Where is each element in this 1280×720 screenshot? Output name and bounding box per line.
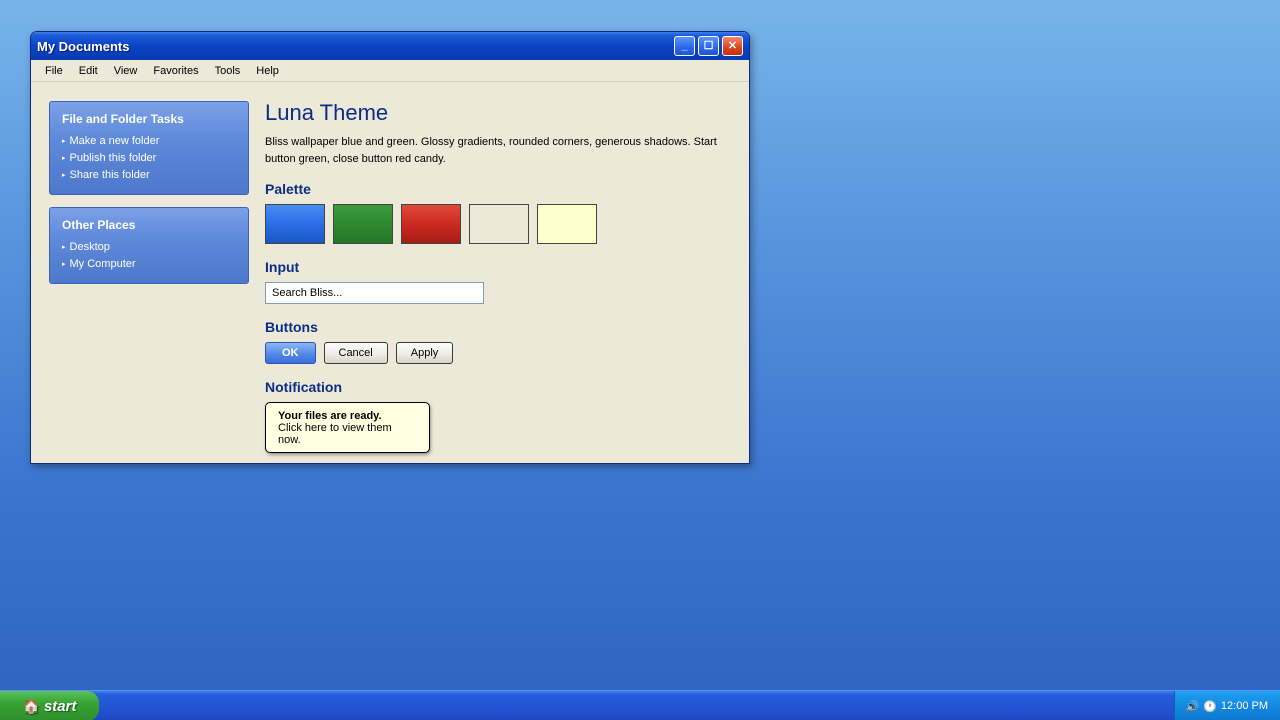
file-folder-tasks-panel: File and Folder Tasks ▸ Make a new folder… [49, 101, 249, 195]
place-label: My Computer [69, 258, 136, 270]
window-title: My Documents [37, 38, 130, 54]
window-controls: _ ☐ ✕ [674, 36, 743, 56]
taskbar: 🏠 start 🔊 🕐 12:00 PM [0, 690, 1280, 720]
other-places-panel: Other Places ▸ Desktop ▸ My Computer [49, 207, 249, 284]
description: Bliss wallpaper blue and green. Glossy g… [265, 136, 717, 165]
notification-title: Your files are ready. [278, 410, 382, 422]
system-tray: 🔊 🕐 12:00 PM [1174, 691, 1280, 720]
page-title: Luna Theme [265, 100, 389, 125]
clock[interactable]: 12:00 PM [1221, 700, 1268, 712]
arrow-icon: ▸ [62, 244, 66, 251]
task-sidebar: File and Folder Tasks ▸ Make a new folder… [49, 101, 249, 296]
start-label: start [43, 697, 77, 715]
task-share-folder[interactable]: ▸ Share this folder [62, 167, 236, 184]
swatch-cream [537, 204, 597, 244]
clock-icon: 🕐 [1203, 700, 1217, 713]
place-desktop[interactable]: ▸ Desktop [62, 239, 236, 256]
palette-heading: Palette [265, 181, 311, 197]
input-heading: Input [265, 259, 300, 275]
explorer-window: My Documents _ ☐ ✕ File Edit View Favori… [30, 31, 750, 464]
ok-button[interactable]: OK [265, 342, 316, 364]
start-button[interactable]: 🏠 start [0, 691, 99, 720]
notification-balloon[interactable]: Your files are ready. Click here to view… [265, 402, 430, 453]
main-content: Luna Theme Bliss wallpaper blue and gree… [265, 100, 735, 453]
close-button[interactable]: ✕ [722, 36, 743, 56]
arrow-icon: ▸ [62, 138, 66, 145]
place-label: Desktop [69, 241, 110, 253]
palette [265, 204, 735, 244]
menu-tools[interactable]: Tools [207, 65, 249, 77]
arrow-icon: ▸ [62, 261, 66, 268]
speaker-icon[interactable]: 🔊 [1186, 700, 1200, 713]
task-make-new-folder[interactable]: ▸ Make a new folder [62, 133, 236, 150]
buttons-heading: Buttons [265, 319, 318, 335]
title-bar[interactable]: My Documents _ ☐ ✕ [31, 32, 749, 60]
swatch-green [333, 204, 393, 244]
notification-heading: Notification [265, 379, 342, 395]
menu-file[interactable]: File [37, 65, 71, 77]
arrow-icon: ▸ [62, 155, 66, 162]
cancel-button[interactable]: Cancel [323, 342, 388, 364]
notification-body: Click here to view them now. [278, 422, 392, 446]
menu-help[interactable]: Help [248, 65, 287, 77]
menu-edit[interactable]: Edit [71, 65, 106, 77]
place-my-computer[interactable]: ▸ My Computer [62, 256, 236, 273]
windows-logo-icon: 🏠 [22, 697, 40, 714]
search-input[interactable] [265, 282, 484, 304]
arrow-icon: ▸ [62, 172, 66, 179]
button-row: OK Cancel Apply [265, 342, 735, 364]
menu-bar: File Edit View Favorites Tools Help [31, 60, 749, 82]
task-label: Publish this folder [69, 152, 157, 164]
swatch-beige [469, 204, 529, 244]
menu-favorites[interactable]: Favorites [145, 65, 206, 77]
minimize-button[interactable]: _ [674, 36, 695, 56]
maximize-button[interactable]: ☐ [698, 36, 719, 56]
task-label: Make a new folder [69, 135, 160, 147]
panel-title[interactable]: File and Folder Tasks [62, 112, 236, 126]
swatch-red [401, 204, 461, 244]
apply-button[interactable]: Apply [395, 342, 454, 364]
swatch-blue [265, 204, 325, 244]
task-label: Share this folder [69, 169, 150, 181]
task-publish-folder[interactable]: ▸ Publish this folder [62, 150, 236, 167]
menu-view[interactable]: View [106, 65, 146, 77]
panel-title[interactable]: Other Places [62, 218, 236, 232]
